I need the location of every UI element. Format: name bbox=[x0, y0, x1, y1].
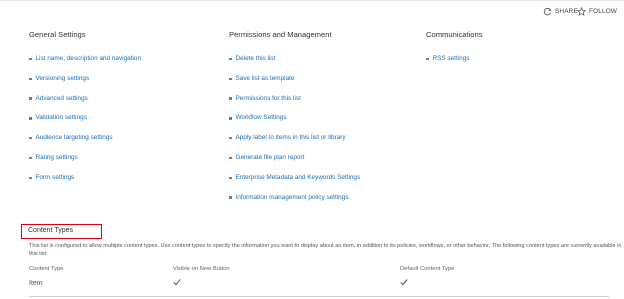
share-icon bbox=[543, 8, 552, 16]
link-versioning-settings[interactable]: Versioning settings bbox=[36, 75, 90, 83]
communications-heading: Communications bbox=[426, 30, 483, 39]
permissions-management-links: Delete this list Save list as template P… bbox=[229, 55, 360, 213]
communications-links: RSS settings bbox=[426, 55, 483, 75]
link-information-management-policy[interactable]: Information management policy settings bbox=[236, 194, 349, 202]
list-item: Advanced settings bbox=[29, 95, 141, 115]
star-icon bbox=[577, 7, 586, 16]
bullet-icon bbox=[29, 57, 32, 61]
bullet-icon bbox=[426, 57, 429, 61]
list-item: Audience targeting settings bbox=[29, 134, 141, 154]
top-action-bar: SHARE FOLLOW bbox=[0, 0, 624, 22]
bullet-icon bbox=[229, 77, 232, 81]
list-item: Information management policy settings bbox=[229, 194, 360, 214]
column-header-content-type: Content Type bbox=[29, 266, 64, 272]
communications-section: Communications RSS settings bbox=[426, 29, 483, 75]
bullet-icon bbox=[229, 196, 232, 199]
share-button[interactable]: SHARE bbox=[543, 7, 578, 16]
content-type-item-link[interactable]: Item bbox=[29, 280, 43, 287]
bullet-icon bbox=[229, 97, 232, 100]
link-audience-targeting-settings[interactable]: Audience targeting settings bbox=[36, 134, 113, 142]
general-settings-heading: General Settings bbox=[29, 30, 86, 39]
link-save-list-as-template[interactable]: Save list as template bbox=[236, 75, 295, 83]
bullet-icon bbox=[29, 156, 32, 160]
follow-button[interactable]: FOLLOW bbox=[577, 7, 617, 16]
list-item: Versioning settings bbox=[29, 75, 141, 95]
link-enterprise-metadata-keywords[interactable]: Enterprise Metadata and Keywords Setting… bbox=[236, 174, 361, 182]
bullet-icon bbox=[29, 176, 32, 180]
list-item: Form settings bbox=[29, 174, 141, 194]
column-header-default: Default Content Type bbox=[400, 266, 455, 272]
general-settings-links: List name, description and navigation Ve… bbox=[29, 55, 141, 194]
list-item: Apply label to items in this list or lib… bbox=[229, 134, 360, 154]
link-apply-label[interactable]: Apply label to items in this list or lib… bbox=[236, 134, 346, 142]
bullet-icon bbox=[229, 57, 232, 61]
bullet-icon bbox=[29, 77, 32, 81]
checkmark-icon bbox=[400, 279, 408, 286]
link-form-settings[interactable]: Form settings bbox=[36, 174, 75, 182]
list-item: RSS settings bbox=[426, 55, 483, 75]
bullet-icon bbox=[229, 117, 232, 120]
link-list-name-description-navigation[interactable]: List name, description and navigation bbox=[36, 55, 142, 63]
permissions-management-section: Permissions and Management Delete this l… bbox=[229, 29, 360, 213]
bullet-icon bbox=[229, 176, 232, 180]
list-item: Permissions for this list bbox=[229, 95, 360, 115]
list-item: Validation settings bbox=[29, 114, 141, 134]
bullet-icon bbox=[29, 117, 32, 120]
checkmark-icon bbox=[173, 279, 181, 286]
link-workflow-settings[interactable]: Workflow Settings bbox=[236, 114, 287, 122]
column-header-visible: Visible on New Button bbox=[173, 266, 230, 272]
link-advanced-settings[interactable]: Advanced settings bbox=[36, 95, 88, 103]
link-validation-settings[interactable]: Validation settings bbox=[36, 114, 87, 122]
general-settings-section: General Settings List name, description … bbox=[29, 29, 141, 194]
list-item: Enterprise Metadata and Keywords Setting… bbox=[229, 174, 360, 194]
link-rss-settings[interactable]: RSS settings bbox=[433, 55, 470, 63]
link-delete-this-list[interactable]: Delete this list bbox=[236, 55, 276, 63]
content-types-heading: Content Types bbox=[28, 227, 74, 234]
bullet-icon bbox=[29, 136, 32, 140]
list-item: List name, description and navigation bbox=[29, 55, 141, 75]
list-item: Delete this list bbox=[229, 55, 360, 75]
bullet-icon bbox=[29, 97, 32, 100]
table-divider bbox=[29, 296, 609, 297]
list-item: Generate file plan report bbox=[229, 154, 360, 174]
link-rating-settings[interactable]: Rating settings bbox=[36, 154, 78, 162]
list-item: Rating settings bbox=[29, 154, 141, 174]
list-item: Save list as template bbox=[229, 75, 360, 95]
share-label: SHARE bbox=[555, 8, 578, 15]
content-types-description: This list is configured to allow multipl… bbox=[29, 243, 622, 257]
link-generate-file-plan-report[interactable]: Generate file plan report bbox=[236, 154, 305, 162]
bullet-icon bbox=[229, 156, 232, 160]
bullet-icon bbox=[229, 136, 232, 140]
permissions-management-heading: Permissions and Management bbox=[229, 30, 332, 39]
link-permissions-for-this-list[interactable]: Permissions for this list bbox=[236, 95, 301, 103]
list-item: Workflow Settings bbox=[229, 114, 360, 134]
follow-label: FOLLOW bbox=[589, 8, 618, 15]
